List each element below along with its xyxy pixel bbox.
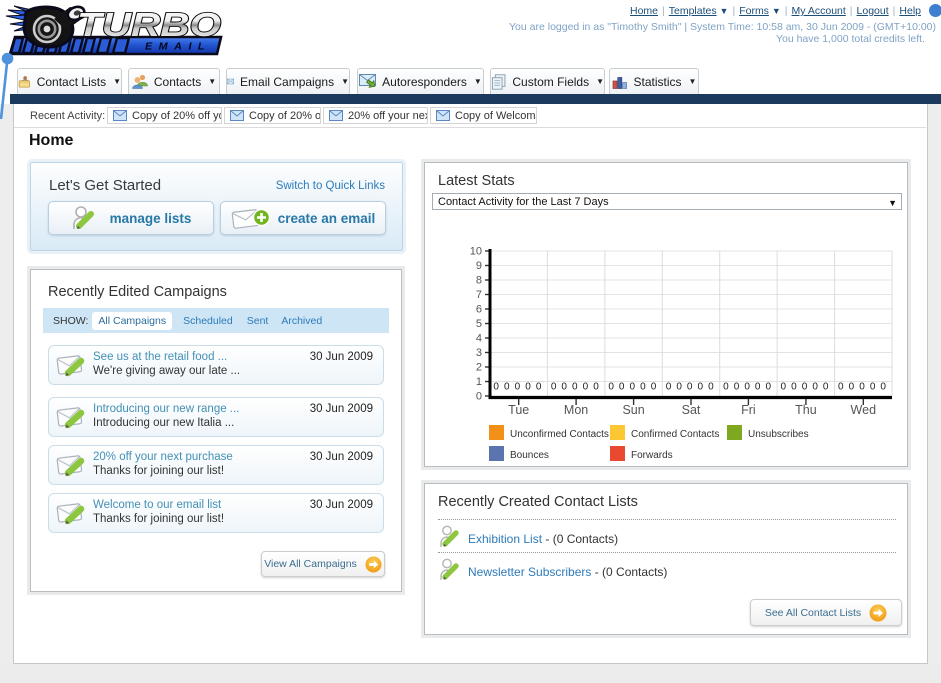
svg-text:Sun: Sun <box>622 403 644 417</box>
svg-text:3: 3 <box>476 347 482 359</box>
svg-text:0: 0 <box>849 382 855 393</box>
svg-text:TURBO: TURBO <box>77 6 221 43</box>
svg-text:0: 0 <box>640 382 646 393</box>
svg-text:5: 5 <box>476 318 482 330</box>
svg-text:7: 7 <box>476 289 482 301</box>
svg-text:0: 0 <box>561 382 567 393</box>
svg-text:9: 9 <box>476 260 482 272</box>
svg-text:1: 1 <box>476 376 482 388</box>
svg-text:8: 8 <box>476 275 482 287</box>
svg-text:0: 0 <box>593 382 599 393</box>
svg-text:4: 4 <box>476 333 482 345</box>
svg-text:Mon: Mon <box>564 403 588 417</box>
svg-text:2: 2 <box>476 362 482 374</box>
svg-text:0: 0 <box>812 382 818 393</box>
svg-text:0: 0 <box>723 382 729 393</box>
svg-text:0: 0 <box>838 382 844 393</box>
svg-text:0: 0 <box>515 382 521 393</box>
svg-text:0: 0 <box>791 382 797 393</box>
svg-text:0: 0 <box>708 382 714 393</box>
svg-text:0: 0 <box>698 382 704 393</box>
svg-text:0: 0 <box>551 382 557 393</box>
svg-text:0: 0 <box>525 382 531 393</box>
svg-text:0: 0 <box>859 382 865 393</box>
svg-text:Tue: Tue <box>508 403 529 417</box>
svg-text:0: 0 <box>880 382 886 393</box>
svg-text:0: 0 <box>666 382 672 393</box>
svg-text:0: 0 <box>583 382 589 393</box>
svg-text:0: 0 <box>755 382 761 393</box>
svg-text:0: 0 <box>687 382 693 393</box>
svg-text:0: 0 <box>651 382 657 393</box>
svg-text:0: 0 <box>744 382 750 393</box>
svg-text:0: 0 <box>476 391 482 403</box>
svg-text:0: 0 <box>572 382 578 393</box>
svg-text:0: 0 <box>823 382 829 393</box>
svg-text:0: 0 <box>870 382 876 393</box>
svg-text:0: 0 <box>493 382 499 393</box>
svg-text:0: 0 <box>536 382 542 393</box>
svg-text:6: 6 <box>476 304 482 316</box>
svg-text:10: 10 <box>470 246 482 258</box>
svg-text:0: 0 <box>802 382 808 393</box>
svg-text:0: 0 <box>766 382 772 393</box>
svg-text:Sat: Sat <box>682 403 701 417</box>
svg-text:Wed: Wed <box>851 403 877 417</box>
svg-text:0: 0 <box>676 382 682 393</box>
svg-text:0: 0 <box>781 382 787 393</box>
svg-text:0: 0 <box>608 382 614 393</box>
svg-text:Thu: Thu <box>795 403 817 417</box>
svg-text:0: 0 <box>734 382 740 393</box>
svg-text:0: 0 <box>504 382 510 393</box>
svg-text:EMAIL: EMAIL <box>145 42 211 53</box>
svg-text:0: 0 <box>630 382 636 393</box>
svg-text:0: 0 <box>619 382 625 393</box>
svg-text:Fri: Fri <box>741 403 756 417</box>
